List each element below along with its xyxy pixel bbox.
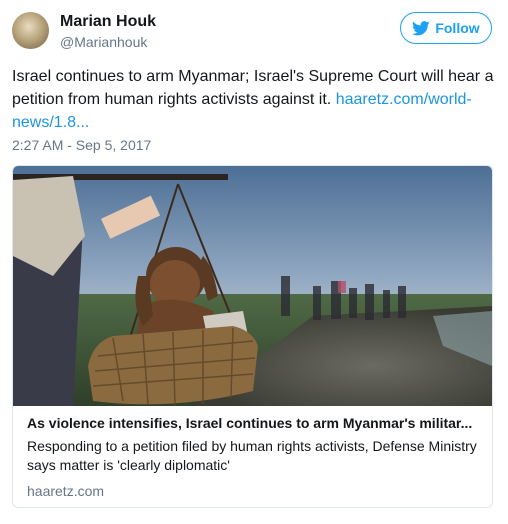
author-display-name[interactable]: Marian Houk [60, 13, 156, 31]
follow-label: Follow [435, 20, 480, 36]
card-title: As violence intensifies, Israel continue… [27, 415, 473, 431]
twitter-bird-icon [412, 20, 431, 35]
follow-button[interactable]: Follow [400, 12, 492, 44]
card-domain: haaretz.com [27, 483, 105, 499]
tweet-text: Israel continues to arm Myanmar; Israel'… [12, 65, 496, 134]
link-card[interactable]: As violence intensifies, Israel continue… [12, 165, 493, 508]
tweet-timestamp[interactable]: 2:27 AM - Sep 5, 2017 [12, 137, 151, 153]
avatar[interactable] [12, 12, 49, 49]
tweet: Marian Houk @Marianhouk Follow Israel co… [0, 0, 508, 524]
card-image [13, 166, 492, 406]
card-description: Responding to a petition filed by human … [27, 438, 477, 473]
author-screen-name[interactable]: @Marianhouk [60, 34, 147, 50]
